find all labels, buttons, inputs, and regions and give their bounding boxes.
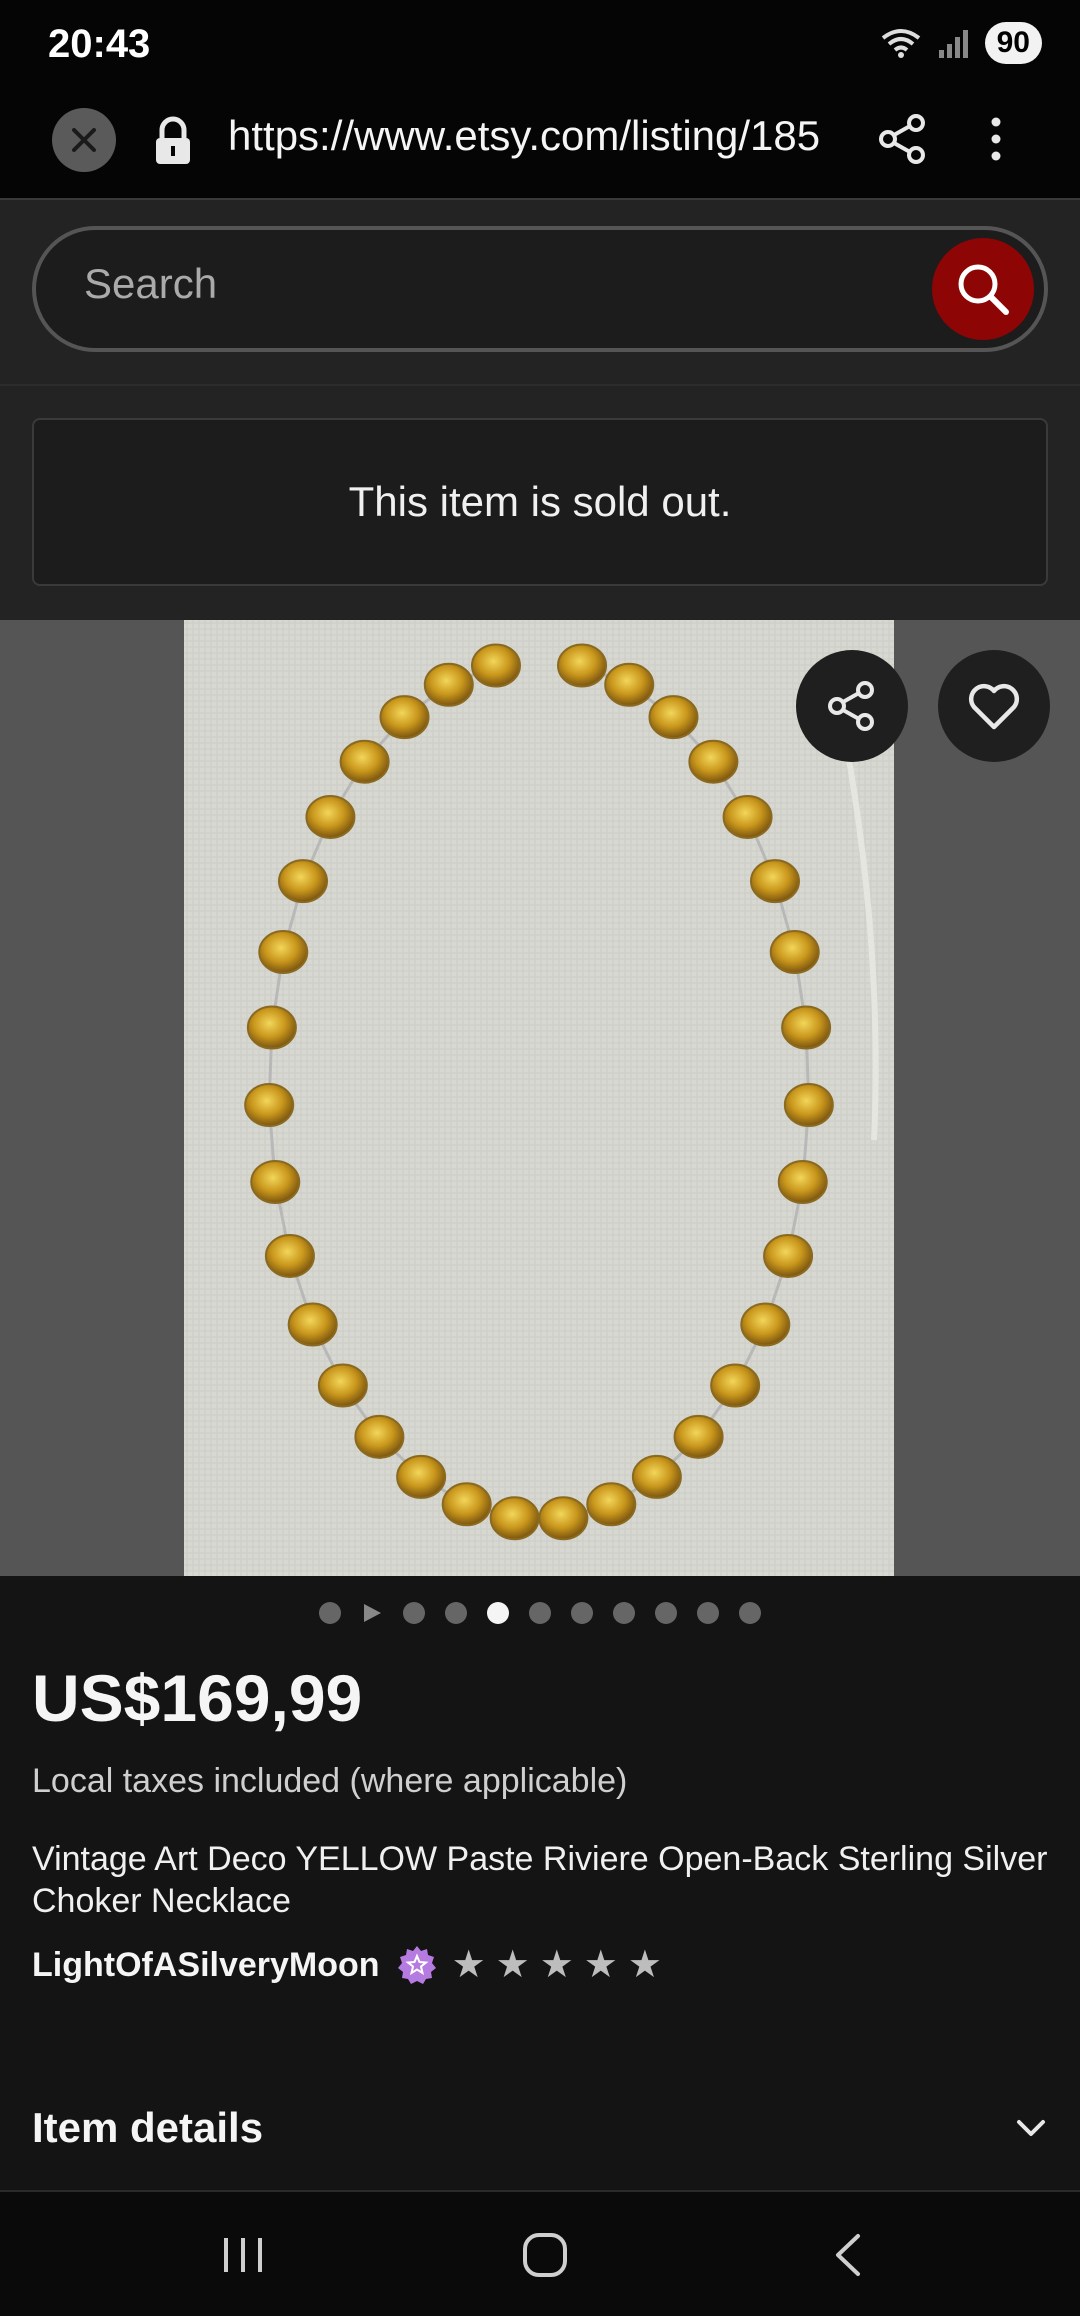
- necklace-stone: [246, 1005, 297, 1050]
- star-seller-badge-icon: [397, 1946, 436, 1984]
- url-field[interactable]: https://www.etsy.com/listing/185: [228, 112, 838, 160]
- necklace-stone: [278, 859, 329, 904]
- status-time: 20:43: [48, 22, 151, 66]
- close-icon: [72, 128, 96, 152]
- recents-icon[interactable]: [218, 2232, 268, 2278]
- item-details-toggle[interactable]: Item details: [32, 2104, 1048, 2152]
- necklace-stone: [489, 1496, 540, 1541]
- carousel-dot[interactable]: [655, 1602, 677, 1624]
- necklace-stone: [305, 794, 356, 839]
- chevron-down-icon: [1017, 2120, 1045, 2136]
- search-button[interactable]: [932, 238, 1034, 340]
- item-details-label: Item details: [32, 2104, 264, 2151]
- necklace-stone: [244, 1082, 295, 1127]
- carousel-dot[interactable]: [403, 1602, 425, 1624]
- star-icon: ★: [495, 1944, 530, 1986]
- necklace-stone: [740, 1302, 791, 1347]
- browser-url-bar: https://www.etsy.com/listing/185: [0, 88, 1080, 200]
- necklace-stone: [783, 1082, 834, 1127]
- necklace-stone: [264, 1233, 315, 1278]
- back-icon[interactable]: [828, 2230, 868, 2280]
- star-icon: ★: [539, 1944, 574, 1986]
- necklace-stone: [354, 1414, 405, 1459]
- image-gallery[interactable]: [0, 620, 1080, 1576]
- notice-section: This item is sold out.: [0, 386, 1080, 620]
- browser-menu-button[interactable]: [978, 112, 1014, 171]
- star-icon: ★: [451, 1944, 486, 1986]
- heart-icon: [968, 683, 1020, 730]
- necklace-stone: [287, 1302, 338, 1347]
- necklace-stone: [763, 1233, 814, 1278]
- status-icons: 90: [879, 22, 1042, 64]
- rating-stars[interactable]: ★ ★ ★ ★ ★: [452, 1946, 662, 1984]
- necklace-stone: [250, 1159, 301, 1204]
- share-button[interactable]: [876, 112, 930, 171]
- lock-icon[interactable]: [150, 114, 196, 173]
- seller-name-link[interactable]: LightOfASilveryMoon: [32, 1946, 380, 1985]
- necklace-stone: [379, 695, 430, 740]
- necklace-stone: [557, 643, 608, 688]
- necklace-stone: [441, 1482, 492, 1527]
- necklace-stone: [538, 1496, 589, 1541]
- share-icon: [879, 114, 925, 164]
- necklace-stone: [722, 794, 773, 839]
- carousel-dot[interactable]: [529, 1602, 551, 1624]
- necklace-stone: [317, 1363, 368, 1408]
- price: US$169,99: [32, 1661, 363, 1735]
- carousel-dot[interactable]: [697, 1602, 719, 1624]
- carousel-dot[interactable]: [319, 1602, 341, 1624]
- star-icon: ★: [627, 1944, 662, 1986]
- favorite-button[interactable]: [938, 650, 1050, 762]
- search-box[interactable]: [32, 226, 1048, 352]
- necklace-stone: [648, 695, 699, 740]
- status-bar: 20:43 90: [0, 0, 1080, 88]
- system-nav-bar: [0, 2190, 1080, 2316]
- necklace-stone: [258, 930, 309, 975]
- search-icon: [958, 264, 1009, 315]
- necklace-stone: [777, 1159, 828, 1204]
- necklace-stone: [769, 930, 820, 975]
- battery-indicator: 90: [984, 22, 1042, 64]
- sold-out-notice: This item is sold out.: [32, 418, 1048, 586]
- carousel-dots: [0, 1598, 1080, 1628]
- necklace-stone: [749, 859, 800, 904]
- share-icon: [828, 681, 874, 731]
- carousel-dot[interactable]: [739, 1602, 761, 1624]
- necklace-stone: [423, 662, 474, 707]
- product-image[interactable]: [184, 620, 894, 1576]
- home-icon[interactable]: [520, 2230, 570, 2280]
- signal-icon: [938, 30, 968, 58]
- necklace-stone: [396, 1454, 447, 1499]
- necklace-stone: [710, 1363, 761, 1408]
- necklace-stone: [586, 1482, 637, 1527]
- necklace-stone: [688, 739, 739, 784]
- more-vert-icon: [991, 117, 1001, 161]
- necklace-stone: [781, 1005, 832, 1050]
- listing-title: Vintage Art Deco YELLOW Paste Riviere Op…: [32, 1840, 1048, 1920]
- star-icon: ★: [583, 1944, 618, 1986]
- close-tab-button[interactable]: [52, 108, 116, 172]
- play-icon[interactable]: [361, 1602, 383, 1624]
- carousel-dot[interactable]: [571, 1602, 593, 1624]
- carousel-dot[interactable]: [445, 1602, 467, 1624]
- search-input[interactable]: [84, 260, 904, 308]
- carousel-dot[interactable]: [487, 1602, 509, 1624]
- necklace-stone: [673, 1414, 724, 1459]
- necklace-stone: [631, 1454, 682, 1499]
- taxes-note: Local taxes included (where applicable): [32, 1762, 628, 1800]
- necklace-stone: [604, 662, 655, 707]
- carousel-dot[interactable]: [613, 1602, 635, 1624]
- seller-row: LightOfASilveryMoon ★ ★ ★ ★ ★: [32, 1944, 662, 1986]
- wifi-icon: [881, 29, 920, 58]
- image-share-button[interactable]: [796, 650, 908, 762]
- necklace-stone: [470, 643, 521, 688]
- necklace-stone: [339, 739, 390, 784]
- search-section: [0, 200, 1080, 386]
